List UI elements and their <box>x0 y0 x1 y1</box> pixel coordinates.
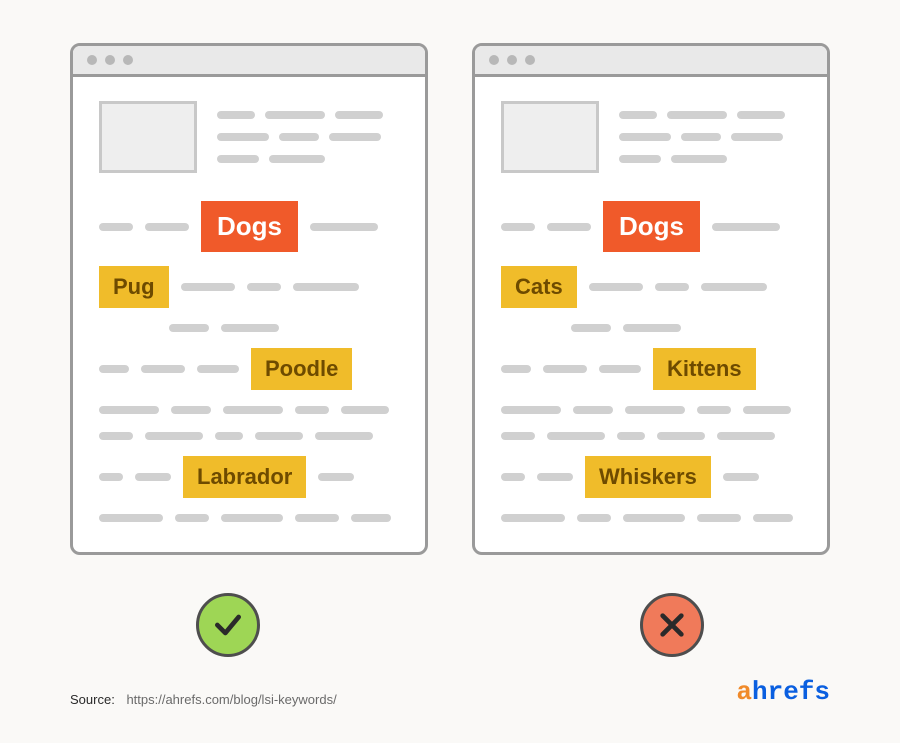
page-body: Dogs Cats Kittens <box>475 77 827 552</box>
primary-keyword-tag: Dogs <box>201 201 298 252</box>
related-keyword-tag: Kittens <box>653 348 756 390</box>
related-keyword-tag: Whiskers <box>585 456 711 498</box>
window-dot <box>507 55 517 65</box>
window-dot <box>87 55 97 65</box>
source-attribution: Source: https://ahrefs.com/blog/lsi-keyw… <box>70 692 337 707</box>
thumbnail-placeholder <box>501 101 599 173</box>
cross-icon <box>640 593 704 657</box>
heading-placeholder <box>619 111 785 163</box>
window-dot <box>525 55 535 65</box>
source-label: Source: <box>70 692 115 707</box>
window-dot <box>123 55 133 65</box>
thumbnail-placeholder <box>99 101 197 173</box>
window-titlebar <box>475 46 827 77</box>
example-page-good: Dogs Pug Poodle <box>70 43 428 555</box>
source-url: https://ahrefs.com/blog/lsi-keywords/ <box>126 692 336 707</box>
example-page-bad: Dogs Cats Kittens <box>472 43 830 555</box>
ahrefs-logo: ahrefs <box>736 677 830 707</box>
checkmark-icon <box>196 593 260 657</box>
page-body: Dogs Pug Poodle <box>73 77 425 552</box>
related-keyword-tag: Poodle <box>251 348 352 390</box>
primary-keyword-tag: Dogs <box>603 201 700 252</box>
related-keyword-tag: Cats <box>501 266 577 308</box>
window-titlebar <box>73 46 425 77</box>
related-keyword-tag: Labrador <box>183 456 306 498</box>
related-keyword-tag: Pug <box>99 266 169 308</box>
window-dot <box>489 55 499 65</box>
heading-placeholder <box>217 111 383 163</box>
window-dot <box>105 55 115 65</box>
